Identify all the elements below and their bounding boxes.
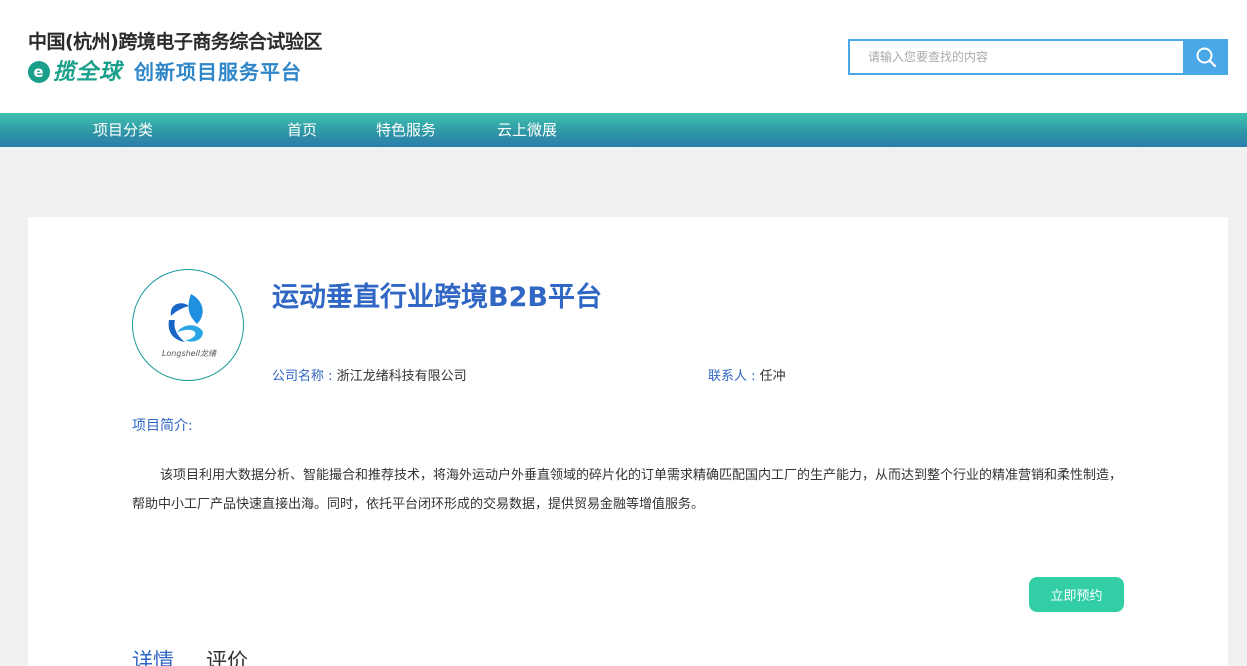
- nav-home[interactable]: 首页: [287, 113, 317, 147]
- site-header: 中国(杭州)跨境电子商务综合试验区 e 揽全球 创新项目服务平台: [0, 0, 1247, 113]
- nav-cloud-expo[interactable]: 云上微展: [497, 113, 557, 147]
- logo-caption: Longshell龙绪: [161, 349, 217, 358]
- company-name-label: 公司名称 :: [272, 369, 333, 384]
- company-name: 公司名称 : 浙江龙绪科技有限公司: [272, 365, 467, 384]
- brand-subline: e 揽全球 创新项目服务平台: [28, 54, 322, 86]
- brand-mark: e 揽全球: [28, 54, 122, 86]
- contact-person: 联系人 : 任冲: [708, 365, 786, 384]
- company-logo: Longshell龙绪: [132, 269, 244, 381]
- contact-label: 联系人 :: [708, 369, 756, 384]
- search-input[interactable]: [848, 39, 1183, 75]
- main-nav: 项目分类 首页 特色服务 云上微展: [0, 113, 1247, 147]
- search-button[interactable]: [1183, 39, 1228, 75]
- tab-reviews[interactable]: 评价: [206, 645, 248, 666]
- brand-mark-text: 揽全球: [53, 60, 123, 85]
- site-logo[interactable]: 中国(杭州)跨境电子商务综合试验区 e 揽全球 创新项目服务平台: [28, 30, 322, 86]
- search-icon: [1196, 47, 1216, 68]
- nav-featured-services[interactable]: 特色服务: [376, 113, 436, 147]
- nav-project-category[interactable]: 项目分类: [93, 113, 153, 147]
- reserve-button[interactable]: 立即预约: [1029, 577, 1124, 612]
- brand-title: 中国(杭州)跨境电子商务综合试验区: [28, 31, 322, 53]
- contact-value: 任冲: [759, 369, 786, 384]
- tab-details[interactable]: 详情: [132, 645, 174, 666]
- longshell-logo-icon: [168, 294, 203, 342]
- project-card: Longshell龙绪 运动垂直行业跨境B2B平台 公司名称 : 浙江龙绪科技有…: [28, 217, 1228, 666]
- intro-text: 该项目利用大数据分析、智能撮合和推荐技术，将海外运动户外垂直领域的碎片化的订单需…: [132, 468, 1123, 512]
- project-title: 运动垂直行业跨境B2B平台: [272, 282, 602, 313]
- intro-heading: 项目简介:: [132, 418, 193, 434]
- brand-e-icon: e: [28, 61, 50, 83]
- company-name-value: 浙江龙绪科技有限公司: [336, 369, 467, 384]
- search-bar: [848, 39, 1228, 75]
- brand-subtitle: 创新项目服务平台: [134, 59, 303, 84]
